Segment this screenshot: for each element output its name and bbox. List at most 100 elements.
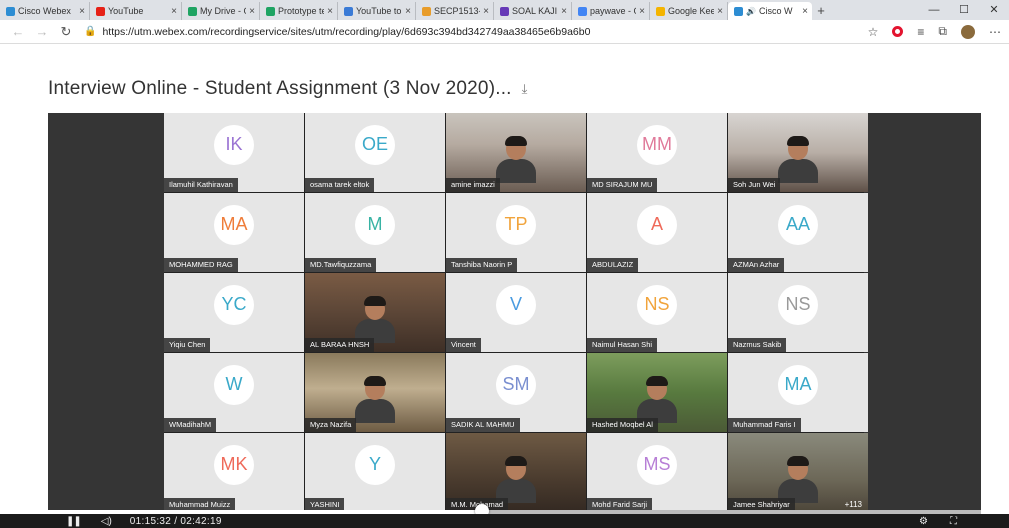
participant-initials: MA bbox=[214, 204, 254, 245]
participant-grid: IK Ilamuhil Kathiravan OE osama tarek eltok… bbox=[164, 113, 868, 512]
participant-name: Hashed Moqbel Al bbox=[587, 418, 658, 432]
page-title: Interview Online - Student Assignment (3… bbox=[48, 78, 512, 99]
tab-title: My Drive - G bbox=[200, 6, 247, 16]
participant-name: AL BARAA HNSH bbox=[305, 338, 375, 352]
volume-icon[interactable]: ◁) bbox=[101, 516, 112, 527]
participant-initials: A bbox=[637, 204, 677, 245]
time-display: 01:15:32 / 02:42:19 bbox=[129, 515, 222, 527]
participant-initials: MM bbox=[637, 124, 677, 165]
participant-initials: MA bbox=[778, 364, 818, 405]
more-menu-icon[interactable]: ⋯ bbox=[989, 25, 1001, 39]
participant-initials: NS bbox=[778, 284, 818, 325]
pause-button[interactable]: ❚❚ bbox=[66, 516, 82, 527]
participant-tile: OE osama tarek eltok bbox=[305, 113, 445, 192]
participant-initials: YC bbox=[214, 284, 254, 325]
profile-avatar[interactable] bbox=[961, 24, 975, 39]
participant-name: WMadihahM bbox=[164, 418, 217, 432]
browser-tab[interactable]: 🔊 Cisco W × bbox=[728, 2, 812, 20]
minimize-button[interactable]: — bbox=[919, 0, 949, 20]
participant-tile: NS Nazmus Sakib bbox=[728, 273, 868, 352]
more-participants-count[interactable]: +113 bbox=[845, 500, 862, 509]
tab-close-icon[interactable]: × bbox=[483, 6, 489, 17]
browser-tab[interactable]: Cisco Webex × bbox=[0, 2, 90, 20]
forward-button[interactable]: → bbox=[30, 24, 54, 39]
participant-tile: AL BARAA HNSH bbox=[305, 273, 445, 352]
participant-name: Naimul Hasan Shi bbox=[587, 338, 658, 352]
participant-tile: MS Mohd Farid Sarji bbox=[587, 433, 727, 512]
browser-tab[interactable]: YouTube × bbox=[90, 2, 182, 20]
download-icon[interactable]: ⤓ bbox=[522, 81, 528, 97]
tab-title: Cisco W bbox=[758, 6, 793, 16]
tab-title: Cisco Webex bbox=[18, 6, 71, 16]
tab-close-icon[interactable]: × bbox=[327, 6, 333, 17]
tab-close-icon[interactable]: × bbox=[171, 6, 177, 17]
fullscreen-icon[interactable]: ⛶ bbox=[950, 516, 957, 527]
tab-favicon-icon bbox=[344, 6, 353, 16]
participant-tile: MK Muhammad Muizz bbox=[164, 433, 304, 512]
url-field[interactable]: 🔒 https://utm.webex.com/recordingservice… bbox=[84, 26, 868, 38]
opera-extension-icon[interactable] bbox=[892, 26, 904, 37]
participant-name: amine imazzi bbox=[446, 178, 500, 192]
participant-name: Yiqiu Chen bbox=[164, 338, 211, 352]
participant-video bbox=[778, 134, 818, 183]
participant-tile: Soh Jun Wei bbox=[728, 113, 868, 192]
tab-close-icon[interactable]: × bbox=[639, 6, 645, 17]
tab-favicon-icon bbox=[734, 6, 743, 16]
close-window-button[interactable]: ✕ bbox=[979, 0, 1009, 20]
settings-icon[interactable]: ⚙ bbox=[919, 516, 928, 527]
browser-tab[interactable]: SOAL KAJI S× bbox=[494, 2, 572, 20]
participant-tile: TP Tanshiba Naorin P bbox=[446, 193, 586, 272]
browser-tab[interactable]: paywave - G × bbox=[572, 2, 650, 20]
tab-close-icon[interactable]: × bbox=[561, 6, 567, 17]
browser-tab[interactable]: Google Keep× bbox=[650, 2, 728, 20]
participant-name: SADIK AL MAHMU bbox=[446, 418, 520, 432]
participant-initials: AA bbox=[778, 204, 818, 245]
participant-tile: Hashed Moqbel Al bbox=[587, 353, 727, 432]
url-text: https://utm.webex.com/recordingservice/s… bbox=[102, 25, 591, 38]
participant-tile: SM SADIK AL MAHMU bbox=[446, 353, 586, 432]
tab-list: Cisco Webex × YouTube × My Drive - G × Prototy… bbox=[0, 0, 812, 20]
participant-name: Soh Jun Wei bbox=[728, 178, 781, 192]
participant-tile: M MD.Tawfiquzzama bbox=[305, 193, 445, 272]
tab-title: SECP1513-C bbox=[434, 6, 480, 16]
collections-icon[interactable]: ⧉ bbox=[938, 24, 947, 39]
back-button[interactable]: ← bbox=[6, 24, 30, 39]
participant-name: Myza Nazifa bbox=[305, 418, 357, 432]
window-controls: — ☐ ✕ bbox=[919, 0, 1009, 20]
participant-initials: OE bbox=[355, 124, 395, 165]
participant-tile: A ABDULAZIZ bbox=[587, 193, 727, 272]
refresh-button[interactable]: ↻ bbox=[54, 24, 78, 40]
new-tab-button[interactable]: + bbox=[812, 2, 830, 20]
maximize-button[interactable]: ☐ bbox=[949, 0, 979, 20]
favorite-star-icon[interactable]: ☆ bbox=[868, 25, 879, 39]
tab-favicon-icon bbox=[188, 6, 197, 16]
tab-title: YouTube to bbox=[356, 6, 402, 16]
participant-tile: amine imazzi bbox=[446, 113, 586, 192]
browser-tab[interactable]: YouTube to × bbox=[338, 2, 416, 20]
favorites-list-icon[interactable]: ≡ bbox=[917, 25, 924, 39]
browser-tab[interactable]: SECP1513-C× bbox=[416, 2, 494, 20]
participant-name: Tanshiba Naorin P bbox=[446, 258, 518, 272]
tab-favicon-icon bbox=[578, 6, 587, 16]
tab-favicon-icon bbox=[266, 6, 275, 16]
tab-close-icon[interactable]: × bbox=[802, 6, 808, 17]
participant-name: ABDULAZIZ bbox=[587, 258, 639, 272]
participant-tile: AA AZMAn Azhar bbox=[728, 193, 868, 272]
browser-tab[interactable]: Prototype te × bbox=[260, 2, 338, 20]
recording-title-row: Interview Online - Student Assignment (3… bbox=[48, 78, 528, 100]
tab-audio-icon[interactable]: 🔊 bbox=[746, 7, 756, 16]
browser-tab[interactable]: My Drive - G × bbox=[182, 2, 260, 20]
participant-name: AZMAn Azhar bbox=[728, 258, 785, 272]
participant-name: Vincent bbox=[446, 338, 481, 352]
participant-initials: NS bbox=[637, 284, 677, 325]
tab-close-icon[interactable]: × bbox=[405, 6, 411, 17]
participant-tile: MM MD SIRAJUM MU bbox=[587, 113, 727, 192]
video-player[interactable]: IK Ilamuhil Kathiravan OE osama tarek eltok… bbox=[48, 113, 981, 512]
participant-tile: Jamee Shahriyar +113 bbox=[728, 433, 868, 512]
tab-close-icon[interactable]: × bbox=[717, 6, 723, 17]
tab-close-icon[interactable]: × bbox=[249, 6, 255, 17]
player-controls: ❚❚ ◁) 01:15:32 / 02:42:19 ⚙ ⛶ bbox=[0, 514, 1009, 528]
participant-name: osama tarek eltok bbox=[305, 178, 375, 192]
tab-close-icon[interactable]: × bbox=[79, 6, 85, 17]
participant-initials: Y bbox=[355, 444, 395, 485]
